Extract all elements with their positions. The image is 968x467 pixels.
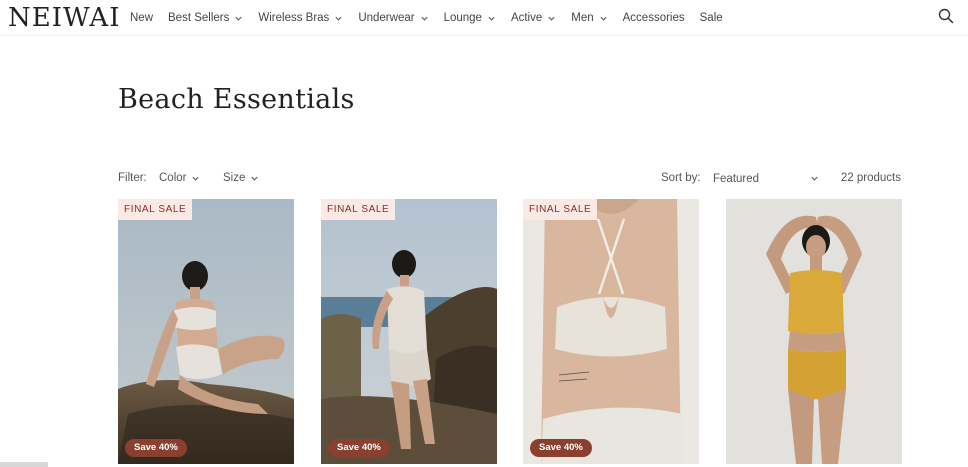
filter-size-label: Size: [223, 172, 246, 184]
nav-label: Best Sellers: [168, 12, 230, 24]
chevron-down-icon: [251, 176, 258, 181]
nav-label: Underwear: [358, 12, 415, 24]
sort-label: Sort by:: [661, 172, 701, 184]
filter-size-dropdown[interactable]: Size: [223, 172, 259, 184]
product-image: [321, 199, 497, 464]
filter-color-label: Color: [159, 172, 187, 184]
sort-select[interactable]: Featured: [713, 170, 819, 187]
nav-item-wireless-bras[interactable]: Wireless Bras: [258, 12, 343, 24]
chevron-down-icon: [192, 176, 200, 181]
filter-color-dropdown[interactable]: Color: [159, 172, 200, 184]
product-card[interactable]: FINAL SALE Save 40%: [118, 199, 294, 464]
product-image: [118, 199, 294, 464]
chevron-down-icon: [235, 16, 242, 21]
nav-item-active[interactable]: Active: [511, 12, 556, 24]
chevron-down-icon: [488, 16, 495, 21]
filter-label: Filter:: [118, 172, 147, 184]
nav-label: Lounge: [443, 12, 482, 24]
chevron-down-icon: [548, 16, 555, 21]
nav-item-best-sellers[interactable]: Best Sellers: [168, 12, 243, 24]
product-card[interactable]: FINAL SALE Save 40%: [321, 199, 497, 464]
product-card[interactable]: [726, 199, 902, 464]
product-card[interactable]: FINAL SALE Save 40%: [523, 199, 699, 464]
nav-label: New: [130, 12, 154, 24]
chevron-down-icon: [420, 16, 428, 21]
product-image: [523, 199, 699, 464]
chevron-down-icon: [600, 16, 607, 21]
nav-label: Wireless Bras: [258, 12, 330, 24]
final-sale-badge: FINAL SALE: [321, 199, 396, 220]
nav-label: Men: [571, 12, 594, 24]
product-grid: FINAL SALE Save 40% FINAL SALE Save 40% …: [118, 199, 902, 467]
nav-item-underwear[interactable]: Underwear: [358, 12, 428, 24]
product-image: [726, 199, 902, 464]
nav-label: Accessories: [622, 12, 685, 24]
search-icon[interactable]: [938, 8, 954, 24]
nav-label: Sale: [699, 12, 723, 24]
nav-label: Active: [510, 12, 543, 24]
nav-item-lounge[interactable]: Lounge: [444, 12, 496, 24]
nav-item-new[interactable]: New: [130, 12, 153, 24]
final-sale-badge: FINAL SALE: [118, 199, 193, 220]
discount-badge: Save 40%: [328, 439, 390, 457]
discount-badge: Save 40%: [125, 439, 187, 457]
brand-logo[interactable]: NEIWAI: [8, 4, 120, 32]
chevron-down-icon: [335, 16, 342, 21]
product-count: 22 products: [840, 172, 901, 184]
nav-item-accessories[interactable]: Accessories: [623, 12, 685, 24]
nav-item-men[interactable]: Men: [571, 12, 607, 24]
discount-badge: Save 40%: [530, 439, 592, 457]
scrollbar[interactable]: [0, 462, 48, 467]
nav-item-sale[interactable]: Sale: [700, 12, 723, 24]
main-nav: New Best Sellers Wireless Bras Underwear…: [130, 0, 738, 36]
collection-toolbar: Filter: Color Size Sort by: Featured 22 …: [118, 170, 901, 188]
page-title: Beach Essentials: [118, 84, 355, 115]
site-header: NEIWAI New Best Sellers Wireless Bras Un…: [0, 0, 968, 36]
chevron-down-icon: [811, 176, 818, 181]
final-sale-badge: FINAL SALE: [523, 199, 598, 220]
sort-value: Featured: [713, 172, 760, 185]
